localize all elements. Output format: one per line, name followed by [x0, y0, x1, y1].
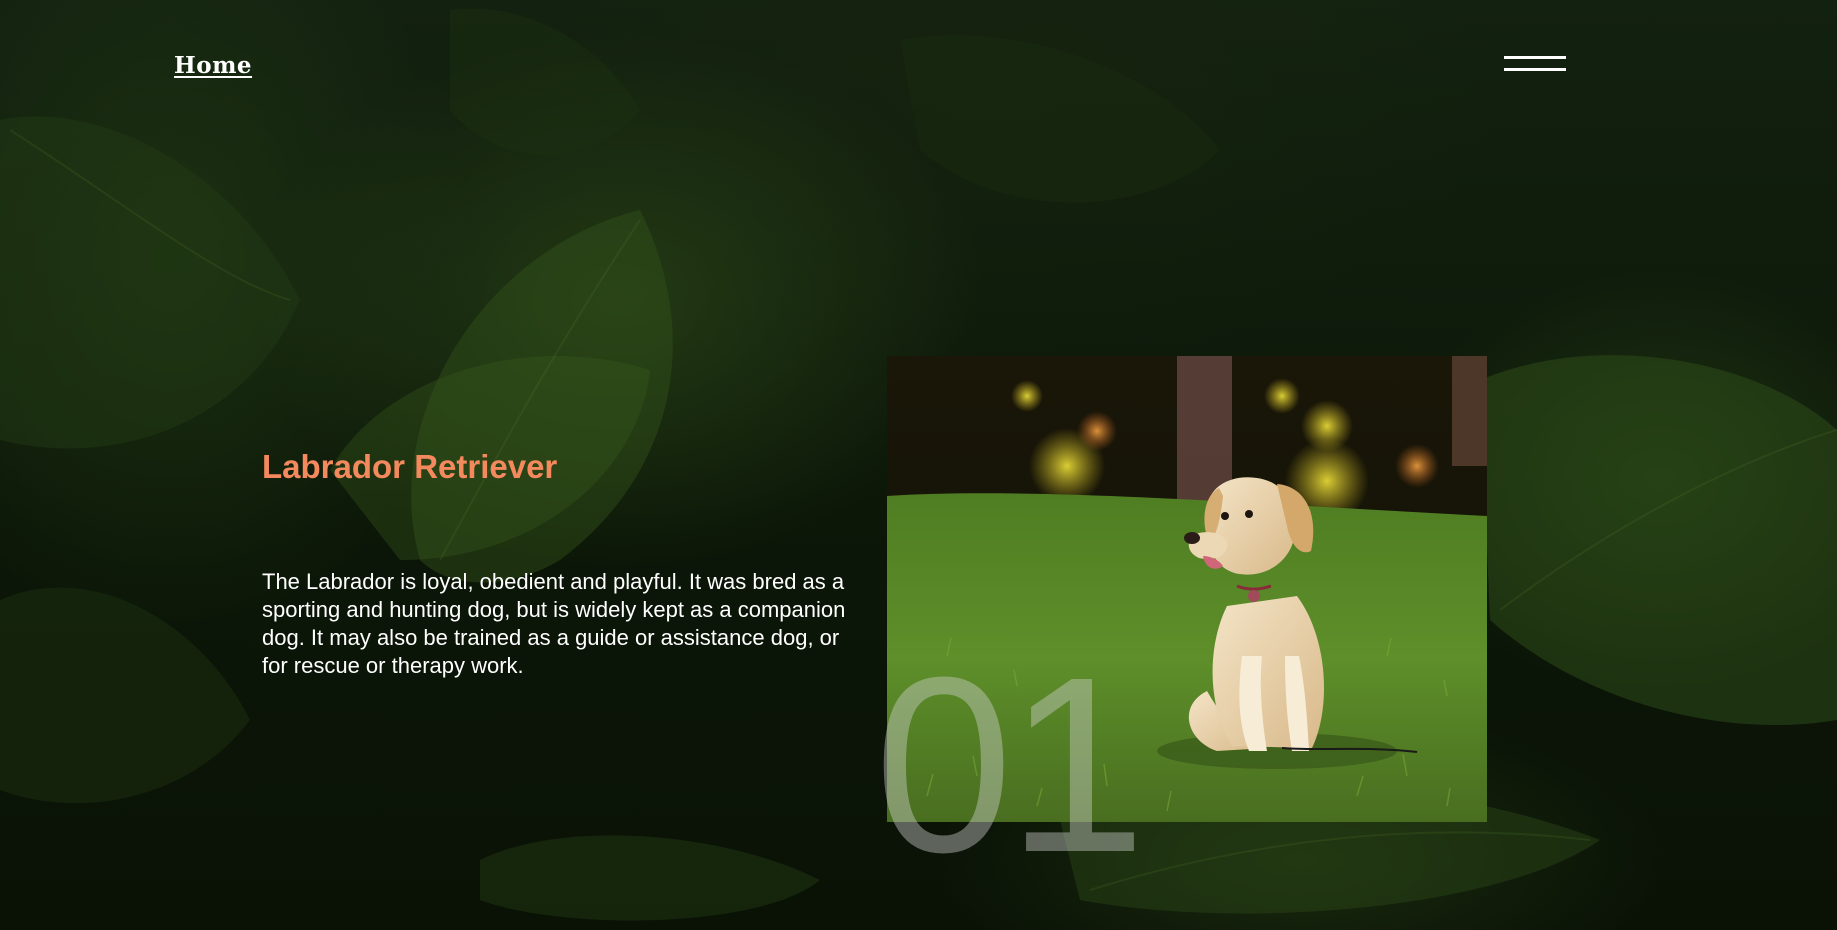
dog-photo: [887, 356, 1487, 822]
breed-description: The Labrador is loyal, obedient and play…: [262, 569, 846, 678]
menu-bar-top: [1504, 56, 1566, 59]
page: Home Labrador Retriever The Labrador is …: [0, 0, 1837, 930]
page-title: Labrador Retriever: [262, 448, 558, 485]
home-link[interactable]: Home: [174, 52, 252, 79]
hamburger-menu-icon[interactable]: [1504, 52, 1566, 76]
menu-bar-bottom: [1504, 68, 1566, 71]
